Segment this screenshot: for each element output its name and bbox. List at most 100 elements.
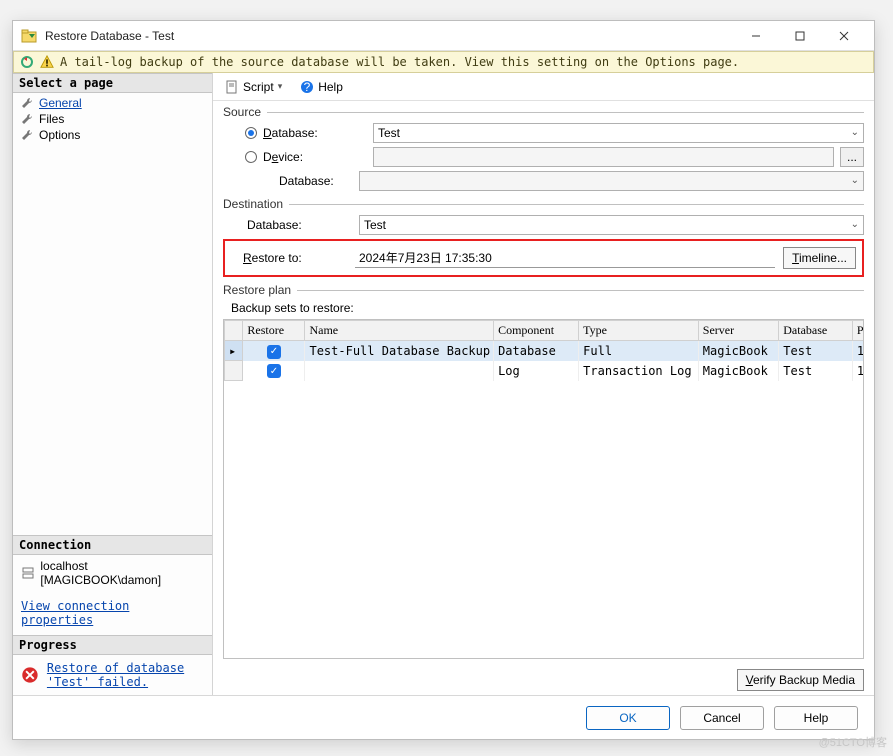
destination-group-label: Destination <box>223 197 283 211</box>
destination-database-label: Database: <box>223 218 353 232</box>
radio-device[interactable] <box>245 151 257 163</box>
col-restore[interactable]: Restore <box>243 321 305 341</box>
destination-database-combo[interactable]: Test ⌄ <box>359 215 864 235</box>
restore-database-dialog: Restore Database - Test A tail-log backu… <box>12 20 875 740</box>
col-position[interactable]: Position <box>852 321 864 341</box>
script-label: Script <box>243 80 274 94</box>
cell-database: Test <box>779 341 853 361</box>
destination-database-value: Test <box>364 218 386 232</box>
restore-plan-group: Restore plan Backup sets to restore: Res… <box>223 283 864 659</box>
verify-backup-button[interactable]: Verify Backup Media <box>737 669 864 691</box>
cell-server: MagicBook <box>698 361 779 381</box>
cell-position: 1 <box>852 361 864 381</box>
cell-position: 1 <box>852 341 864 361</box>
page-list: General Files Options <box>13 93 212 145</box>
source-group-label: Source <box>223 105 261 119</box>
cell-component: Log <box>494 361 579 381</box>
table-row[interactable]: ▸ ✓ Test-Full Database Backup Database F… <box>225 341 865 361</box>
source-subdatabase-combo: ⌄ <box>359 171 864 191</box>
help-icon: ? <box>300 80 314 94</box>
verify-label: Verify Backup Media <box>746 673 855 687</box>
col-component[interactable]: Component <box>494 321 579 341</box>
page-item-label: Options <box>39 128 80 142</box>
restore-to-value: 2024年7月23日 17:35:30 <box>359 249 492 266</box>
page-item-files[interactable]: Files <box>13 111 212 127</box>
warning-icon <box>40 55 54 69</box>
row-header-col <box>225 321 243 341</box>
browse-button[interactable]: ... <box>840 147 864 167</box>
dialog-footer: OK Cancel Help <box>13 695 874 739</box>
cell-component: Database <box>494 341 579 361</box>
restore-to-input[interactable]: 2024年7月23日 17:35:30 <box>355 248 775 268</box>
server-icon <box>21 566 34 580</box>
error-icon <box>21 661 39 689</box>
help-button[interactable]: ? Help <box>296 78 347 96</box>
connection-value: localhost [MAGICBOOK\damon] <box>40 559 204 587</box>
chevron-down-icon: ⌄ <box>851 219 859 230</box>
chevron-down-icon: ▾ <box>278 81 283 92</box>
watermark: @51CTO博客 <box>819 734 887 750</box>
timeline-button[interactable]: Timeline... <box>783 247 856 269</box>
cell-server: MagicBook <box>698 341 779 361</box>
script-button[interactable]: Script ▾ <box>221 78 286 96</box>
script-icon <box>225 80 239 94</box>
table-row[interactable]: ✓ Log Transaction Log MagicBook Test 1 3… <box>225 361 865 381</box>
col-database[interactable]: Database <box>779 321 853 341</box>
page-item-label: Files <box>39 112 64 126</box>
timeline-label: Timeline... <box>792 251 847 265</box>
backup-sets-grid[interactable]: Restore Name Component Type Server Datab… <box>223 319 864 659</box>
minimize-button[interactable] <box>734 22 778 50</box>
cell-name <box>305 361 494 381</box>
restore-plan-label: Restore plan <box>223 283 291 297</box>
progress-message[interactable]: Restore of database 'Test' failed. <box>47 661 204 689</box>
chevron-down-icon: ⌄ <box>851 127 859 138</box>
source-device-input <box>373 147 834 167</box>
source-device-label: Device: <box>263 150 367 164</box>
restore-checkbox[interactable]: ✓ <box>267 345 281 359</box>
col-name[interactable]: Name <box>305 321 494 341</box>
cell-type: Full <box>579 341 699 361</box>
page-item-options[interactable]: Options <box>13 127 212 143</box>
toolbar: Script ▾ ? Help <box>213 73 874 101</box>
maximize-button[interactable] <box>778 22 822 50</box>
cancel-button[interactable]: Cancel <box>680 706 764 730</box>
radio-database[interactable] <box>245 127 257 139</box>
cell-database: Test <box>779 361 853 381</box>
source-subdatabase-label: Database: <box>223 174 353 188</box>
col-type[interactable]: Type <box>579 321 699 341</box>
notice-bar: A tail-log backup of the source database… <box>13 51 874 73</box>
ok-button[interactable]: OK <box>586 706 670 730</box>
help-label: Help <box>318 80 343 94</box>
left-panel: Select a page General Files Options Conn… <box>13 73 213 695</box>
restore-icon <box>21 28 37 44</box>
page-item-label: General <box>39 96 82 110</box>
row-header[interactable]: ▸ <box>225 341 243 361</box>
select-page-header: Select a page <box>13 73 212 93</box>
window-title: Restore Database - Test <box>45 29 734 43</box>
refresh-icon <box>20 55 34 69</box>
chevron-down-icon: ⌄ <box>851 175 859 186</box>
connection-header: Connection <box>13 535 212 555</box>
connection-info: localhost [MAGICBOOK\damon] <box>21 559 204 587</box>
source-group: Source DDatabase:atabase: Test⌄ Device: … <box>223 105 864 191</box>
col-server[interactable]: Server <box>698 321 779 341</box>
progress-status: Restore of database 'Test' failed. <box>13 655 212 695</box>
progress-header: Progress <box>13 635 212 655</box>
source-database-combo[interactable]: Test ⌄ <box>373 123 864 143</box>
page-item-general[interactable]: General <box>13 95 212 111</box>
browse-label: ... <box>847 150 857 164</box>
svg-text:?: ? <box>304 80 311 94</box>
right-panel: Script ▾ ? Help Source DDatabase:atabase… <box>213 73 874 695</box>
restore-to-highlight: Restore to: 2024年7月23日 17:35:30 Timeline… <box>223 239 864 277</box>
help-button[interactable]: Help <box>774 706 858 730</box>
restore-checkbox[interactable]: ✓ <box>267 364 281 378</box>
cell-type: Transaction Log <box>579 361 699 381</box>
source-database-value: Test <box>378 126 400 140</box>
notice-text: A tail-log backup of the source database… <box>60 55 739 69</box>
row-header[interactable] <box>225 361 243 381</box>
view-connection-link[interactable]: View connection properties <box>21 599 204 627</box>
titlebar: Restore Database - Test <box>13 21 874 51</box>
destination-group: Destination Database: Test ⌄ Restore to: … <box>223 197 864 277</box>
close-button[interactable] <box>822 22 866 50</box>
backup-sets-label: Backup sets to restore: <box>223 301 864 315</box>
